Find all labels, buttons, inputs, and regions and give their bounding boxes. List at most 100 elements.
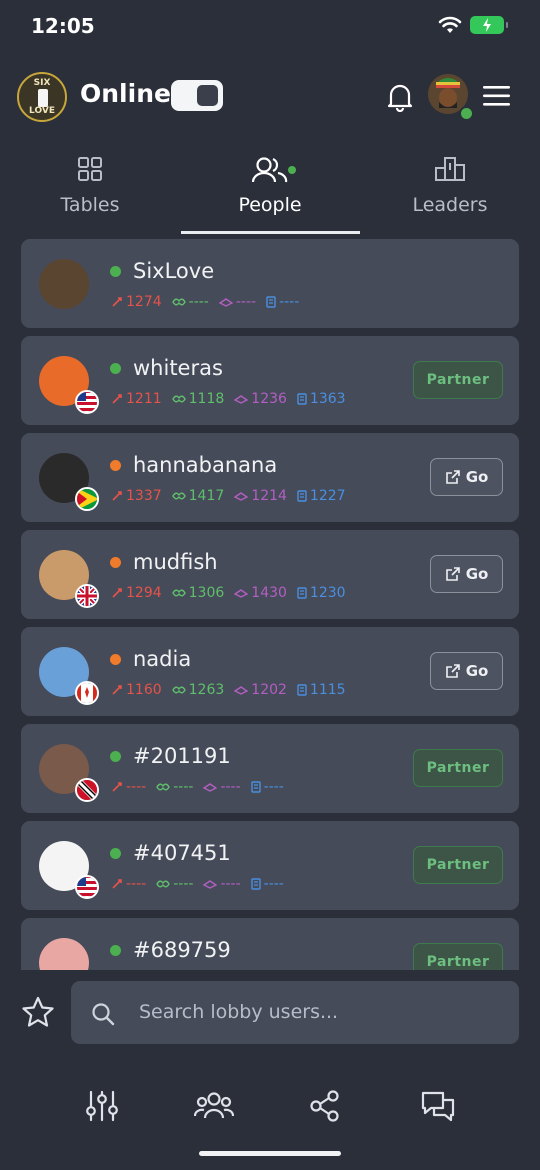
handshake-icon	[171, 393, 186, 405]
chat-icon	[421, 1091, 455, 1122]
tab-people[interactable]: People	[180, 148, 360, 234]
stat-handshake: 1306	[171, 585, 224, 601]
person-card[interactable]: #201191 ---- ---- ---- ---- Partner	[21, 724, 519, 813]
scorepad-icon	[250, 878, 261, 890]
status-dot	[110, 654, 121, 665]
handshake-icon	[156, 781, 171, 793]
stat-rating: 1160	[111, 682, 162, 698]
stat-handshake: 1118	[171, 391, 224, 407]
people-list[interactable]: SixLove 1274 ---- ---- ---- whiteras 1211 1118 1…	[0, 238, 540, 970]
go-button[interactable]: Go	[430, 652, 503, 690]
country-flag-icon	[75, 778, 99, 802]
person-name: #407451	[133, 841, 231, 865]
stat-bid: 1430	[234, 585, 287, 601]
people-tab-indicator-dot	[288, 166, 296, 174]
person-name: nadia	[133, 647, 192, 671]
person-stats: 1337 1417 1214 1227	[111, 488, 346, 504]
stat-scorepad: 1363	[297, 391, 346, 407]
partner-button[interactable]: Partner	[413, 846, 503, 884]
scorepad-icon	[297, 490, 307, 502]
partner-button[interactable]: Partner	[413, 943, 503, 970]
scorepad-icon	[297, 393, 307, 405]
rating-icon	[111, 878, 123, 890]
online-indicator	[459, 106, 474, 121]
person-card[interactable]: #407451 ---- ---- ---- ---- Partner	[21, 821, 519, 910]
bell-icon[interactable]	[386, 82, 414, 112]
search-row: Search lobby users...	[0, 980, 540, 1046]
person-card[interactable]: nadia 1160 1263 1202 1115 Go	[21, 627, 519, 716]
stat-handshake: 1263	[171, 682, 224, 698]
person-stats: ---- ---- ---- ----	[111, 779, 284, 795]
stat-bid: 1236	[234, 391, 287, 407]
stat-rating: 1211	[111, 391, 162, 407]
person-card[interactable]: mudfish 1294 1306 1430 1230 Go	[21, 530, 519, 619]
person-card[interactable]: SixLove 1274 ---- ---- ----	[21, 239, 519, 328]
person-avatar	[39, 938, 89, 970]
stat-bid: 1214	[234, 488, 287, 504]
stat-bid: ----	[203, 779, 241, 795]
bid-icon	[234, 684, 249, 696]
handshake-icon	[171, 684, 186, 696]
group-icon	[194, 1092, 234, 1119]
rating-icon	[111, 587, 123, 599]
go-button[interactable]: Go	[430, 458, 503, 496]
sixlove-logo: SIX LOVE	[17, 72, 67, 122]
person-stats: 1160 1263 1202 1115	[111, 682, 346, 698]
person-name: #201191	[133, 744, 231, 768]
podium-icon	[435, 157, 465, 181]
external-link-icon	[445, 663, 460, 678]
scorepad-icon	[297, 587, 307, 599]
go-label: Go	[465, 468, 489, 486]
stat-scorepad: ----	[250, 876, 284, 892]
app-header: SIX LOVE Online	[0, 64, 540, 128]
scorepad-icon	[266, 296, 276, 308]
status-dot	[110, 363, 121, 374]
star-icon[interactable]	[21, 996, 55, 1028]
person-card[interactable]: whiteras 1211 1118 1236 1363 Partner	[21, 336, 519, 425]
nav-people[interactable]	[194, 1086, 234, 1126]
nav-share[interactable]	[305, 1086, 345, 1126]
person-stats: 1274 ---- ---- ----	[111, 294, 299, 310]
handshake-icon	[171, 296, 186, 308]
hamburger-menu-icon[interactable]	[483, 85, 511, 107]
online-label: Online	[80, 79, 171, 108]
person-card[interactable]: #689759 Partner	[21, 918, 519, 970]
bid-icon	[234, 490, 249, 502]
person-card[interactable]: hannabanana 1337 1417 1214 1227 Go	[21, 433, 519, 522]
stat-handshake: ----	[156, 779, 193, 795]
country-flag-icon	[75, 390, 99, 414]
go-button[interactable]: Go	[430, 555, 503, 593]
battery-icon	[470, 16, 508, 34]
bid-icon	[203, 878, 218, 890]
person-stats: ---- ---- ---- ----	[111, 876, 284, 892]
system-icons	[438, 16, 508, 34]
stat-rating: ----	[111, 876, 146, 892]
status-dot	[110, 557, 121, 568]
stat-scorepad: 1230	[297, 585, 346, 601]
stat-rating: ----	[111, 779, 146, 795]
tab-leaders[interactable]: Leaders	[360, 148, 540, 234]
search-icon	[92, 1003, 115, 1026]
person-stats: 1294 1306 1430 1230	[111, 585, 346, 601]
share-icon	[310, 1090, 339, 1122]
tab-tables[interactable]: Tables	[0, 148, 180, 234]
external-link-icon	[445, 566, 460, 581]
country-flag-icon	[75, 681, 99, 705]
bid-icon	[234, 587, 249, 599]
active-tab-underline	[181, 231, 360, 234]
status-dot	[110, 266, 121, 277]
country-flag-icon	[75, 487, 99, 511]
grid-icon	[78, 157, 102, 181]
clock: 12:05	[31, 14, 95, 38]
bid-icon	[234, 393, 249, 405]
online-toggle[interactable]	[171, 80, 223, 111]
search-input[interactable]: Search lobby users...	[71, 981, 519, 1044]
rating-icon	[111, 393, 123, 405]
nav-settings[interactable]	[82, 1086, 122, 1126]
partner-button[interactable]: Partner	[413, 749, 503, 787]
rating-icon	[111, 490, 123, 502]
home-indicator	[199, 1151, 341, 1156]
nav-chat[interactable]	[418, 1086, 458, 1126]
partner-button[interactable]: Partner	[413, 361, 503, 399]
rating-icon	[111, 296, 123, 308]
